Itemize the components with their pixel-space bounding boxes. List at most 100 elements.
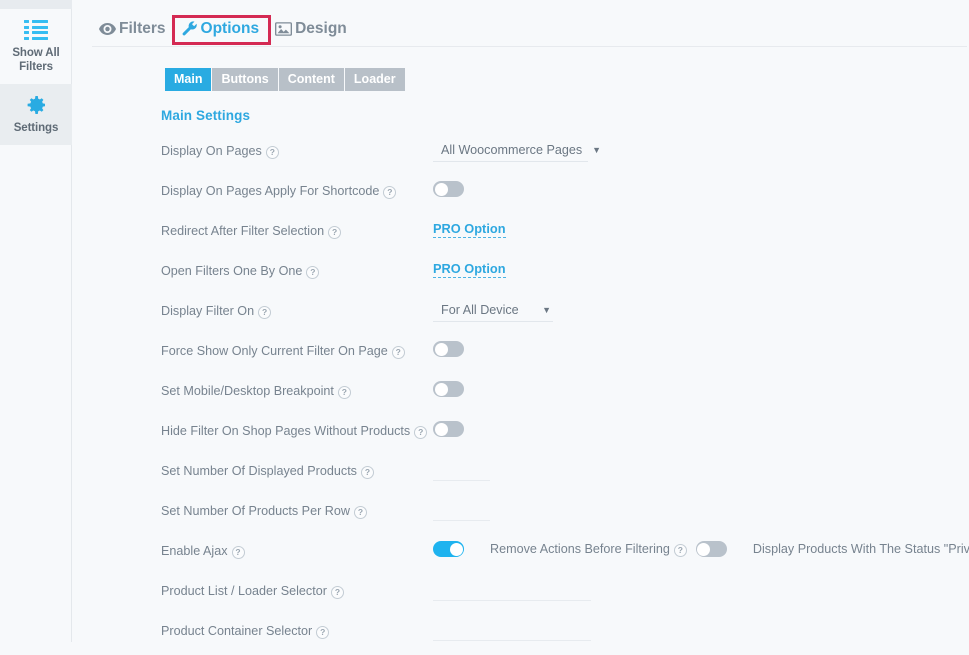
help-icon[interactable]: ? [353, 506, 367, 520]
setting-row-display-on-pages-apply-for-shortcode: Display On Pages Apply For Shortcode? [161, 175, 961, 215]
help-icon[interactable]: ? [337, 386, 351, 400]
setting-label: Set Mobile/Desktop Breakpoint? [161, 381, 433, 400]
select-display-filter-on[interactable]: For All Device ▼ [433, 301, 553, 322]
input-set-number-of-displayed-products[interactable] [433, 461, 490, 481]
setting-label: Display Filter On? [161, 301, 433, 320]
setting-row-product-container-selector: Product Container Selector? [161, 615, 961, 655]
eye-icon [99, 22, 116, 36]
setting-row-open-filters-one-by-one: Open Filters One By One? PRO Option [161, 255, 961, 295]
setting-control [433, 421, 961, 437]
setting-control [433, 381, 961, 397]
tab-label: Options [200, 20, 260, 37]
help-icon[interactable]: ? [383, 186, 397, 200]
setting-label: Redirect After Filter Selection? [161, 221, 433, 240]
setting-label: Hide Filter On Shop Pages Without Produc… [161, 421, 433, 440]
setting-label: Product List / Loader Selector? [161, 581, 433, 600]
setting-label-text: Enable Ajax [161, 544, 228, 558]
setting-control [433, 461, 961, 481]
setting-control [433, 621, 961, 641]
gear-icon [2, 92, 70, 118]
setting-row-set-number-of-products-per-row: Set Number Of Products Per Row? [161, 495, 961, 535]
tab-filters[interactable]: Filters [92, 18, 175, 42]
section-title: Main Settings [161, 108, 251, 123]
input-product-list-loader-selector[interactable] [433, 581, 591, 601]
setting-label-text: Hide Filter On Shop Pages Without Produc… [161, 424, 411, 438]
help-icon[interactable]: ? [265, 146, 279, 160]
setting-label-text: Remove Actions Before Filtering [490, 542, 670, 556]
setting-row-force-show-only-current-filter-on-page: Force Show Only Current Filter On Page? [161, 335, 961, 375]
select-value: All Woocommerce Pages [441, 143, 583, 157]
top-tab-bar: Filters Options Design [72, 0, 969, 47]
chevron-down-icon: ▼ [542, 305, 551, 315]
subtab-content[interactable]: Content [278, 68, 344, 91]
select-display-on-pages[interactable]: All Woocommerce Pages ▼ [433, 141, 601, 162]
toggle-hide-filter-on-shop-pages-without-products[interactable] [433, 421, 464, 437]
setting-label: Force Show Only Current Filter On Page? [161, 341, 433, 360]
input-set-number-of-products-per-row[interactable] [433, 501, 490, 521]
subtab-buttons[interactable]: Buttons [212, 68, 278, 91]
setting-label-text: Product Container Selector [161, 624, 313, 638]
toggle-remove-actions-before-filtering[interactable] [695, 541, 727, 557]
sidebar-top-stub [0, 0, 72, 9]
subtab-main[interactable]: Main [165, 68, 212, 91]
setting-row-set-number-of-displayed-products: Set Number Of Displayed Products? [161, 455, 961, 495]
sidebar-item-label: Settings [13, 122, 59, 134]
help-icon[interactable]: ? [414, 426, 428, 440]
toggle-set-mobile-desktop-breakpoint[interactable] [433, 381, 464, 397]
setting-row-redirect-after-filter-selection: Redirect After Filter Selection? PRO Opti… [161, 215, 961, 255]
setting-label: Product Container Selector? [161, 621, 433, 640]
help-icon[interactable]: ? [330, 586, 344, 600]
setting-label-text: Display Filter On [161, 304, 255, 318]
sidebar: Show All Filters Settings [0, 0, 72, 642]
toggle-enable-ajax[interactable] [433, 541, 464, 557]
pro-option-link[interactable]: PRO Option [433, 221, 506, 238]
help-icon[interactable]: ? [316, 626, 330, 640]
setting-label: Display On Pages? [161, 141, 433, 160]
help-icon[interactable]: ? [673, 543, 687, 557]
wrench-icon [182, 21, 198, 37]
tab-design[interactable]: Design [268, 18, 356, 42]
setting-label-text: Product List / Loader Selector [161, 584, 327, 598]
chevron-down-icon: ▼ [592, 145, 602, 155]
tab-options[interactable]: Options [171, 15, 272, 45]
help-icon[interactable]: ? [231, 546, 245, 560]
toggle-force-show-only-current-filter-on-page[interactable] [433, 341, 464, 357]
setting-row-set-mobile-desktop-breakpoint: Set Mobile/Desktop Breakpoint? [161, 375, 961, 415]
setting-row-display-on-pages: Display On Pages? All Woocommerce Pages ▼ [161, 135, 961, 175]
setting-inline-remove-actions-before-filtering: Remove Actions Before Filtering? [490, 541, 727, 557]
setting-label-text: Display On Pages [161, 144, 262, 158]
setting-label-text: Display On Pages Apply For Shortcode [161, 184, 380, 198]
sub-tab-bar: Main Buttons Content Loader [165, 68, 406, 91]
tab-label: Filters [119, 20, 166, 37]
subtab-loader[interactable]: Loader [344, 68, 405, 91]
select-value: For All Device [441, 303, 519, 317]
setting-label-text: Set Number Of Displayed Products [161, 464, 357, 478]
setting-label-text: Redirect After Filter Selection [161, 224, 325, 238]
help-icon[interactable]: ? [391, 346, 405, 360]
setting-row-enable-ajax: Enable Ajax? Remove Actions Before Filter… [161, 535, 969, 575]
setting-label: Set Number Of Displayed Products? [161, 461, 433, 480]
setting-label: Display On Pages Apply For Shortcode? [161, 181, 433, 200]
setting-control [433, 581, 961, 601]
list-icon [2, 17, 70, 43]
setting-label: Set Number Of Products Per Row? [161, 501, 433, 520]
setting-inline-display-products-with-the-status-private: Display Products With The Status "Privat… [753, 541, 969, 557]
sidebar-item-settings[interactable]: Settings [0, 84, 72, 145]
setting-label: Open Filters One By One? [161, 261, 433, 280]
setting-control [433, 341, 961, 357]
setting-control: For All Device ▼ [433, 301, 961, 322]
toggle-display-on-pages-apply-for-shortcode[interactable] [433, 181, 464, 197]
main-panel: Filters Options Design Main Buttons Cont… [72, 0, 969, 642]
help-icon[interactable]: ? [328, 226, 342, 240]
setting-control [433, 181, 961, 197]
help-icon[interactable]: ? [306, 266, 320, 280]
sidebar-item-show-all-filters[interactable]: Show All Filters [0, 9, 72, 84]
help-icon[interactable]: ? [258, 306, 272, 320]
setting-label-text: Display Products With The Status "Privat… [752, 542, 969, 556]
input-product-container-selector[interactable] [433, 621, 591, 641]
help-icon[interactable]: ? [360, 466, 374, 480]
pro-option-link[interactable]: PRO Option [433, 261, 506, 278]
setting-label-text: Set Number Of Products Per Row [161, 504, 350, 518]
setting-control: All Woocommerce Pages ▼ [433, 141, 961, 162]
tab-bar-divider [92, 46, 967, 47]
